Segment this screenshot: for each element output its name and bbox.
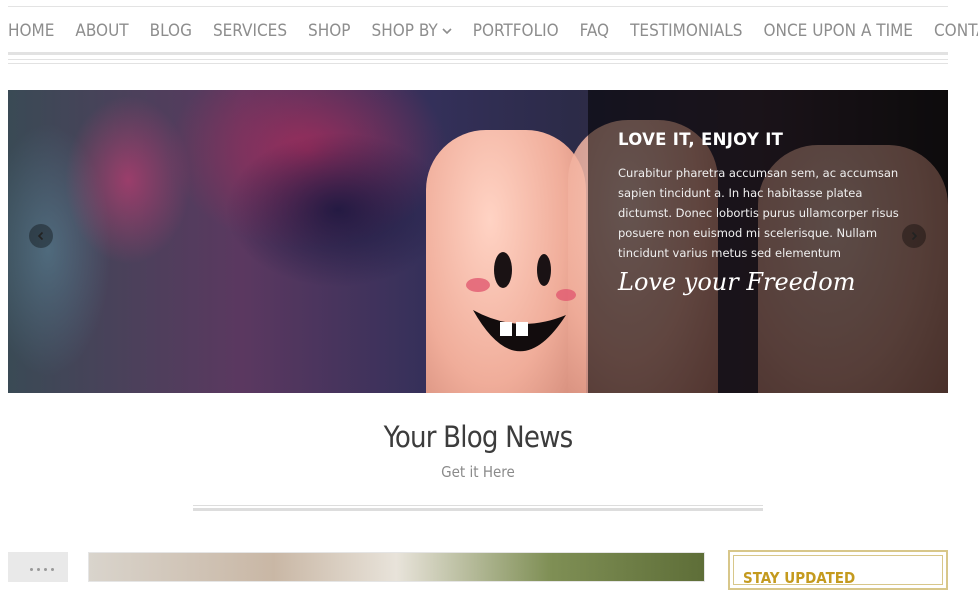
nav-shop-by-label: SHOP BY — [371, 21, 438, 41]
date-dots — [30, 568, 64, 572]
nav-about-label: ABOUT — [75, 21, 129, 41]
section-divider-thick — [193, 508, 763, 511]
hero-slider: LOVE IT, ENJOY IT Curabitur pharetra acc… — [8, 90, 948, 393]
chevron-right-icon — [911, 231, 918, 241]
chevron-down-icon — [442, 28, 452, 35]
nav-faq-label: FAQ — [579, 21, 610, 41]
nav-home-label: HOME — [8, 21, 55, 41]
slide-description: Curabitur pharetra accumsan sem, ac accu… — [618, 166, 899, 260]
nav-testimonials-label: TESTIMONIALS — [630, 21, 743, 41]
slide-title: LOVE IT, ENJOY IT — [618, 130, 784, 149]
nav-services-label: SERVICES — [212, 21, 288, 41]
nav-blog[interactable]: BLOG — [150, 21, 192, 41]
slider-prev-button[interactable] — [29, 224, 53, 248]
nav-home[interactable]: HOME — [8, 21, 54, 41]
nav-once-upon-a-time[interactable]: ONCE UPON A TIME — [764, 21, 913, 41]
nav-divider-thin — [8, 59, 948, 60]
section-subtitle: Get it Here — [441, 463, 515, 481]
section-divider — [193, 505, 763, 506]
main-nav: HOME ABOUT BLOG SERVICES SHOP SHOP BY PO… — [8, 18, 978, 44]
sidebar-widget: STAY UPDATED — [728, 550, 948, 590]
slide-tagline: Love your Freedom — [618, 268, 856, 296]
nav-top-rule — [8, 6, 948, 7]
nav-shop-by[interactable]: SHOP BY — [372, 21, 452, 41]
nav-portfolio[interactable]: PORTFOLIO — [473, 21, 559, 41]
nav-shop[interactable]: SHOP — [308, 21, 350, 41]
section-title: Your Blog News — [383, 420, 574, 454]
nav-about[interactable]: ABOUT — [75, 21, 128, 41]
post-thumbnail[interactable] — [88, 552, 705, 582]
nav-contact-label: CONTACT — [933, 21, 978, 41]
nav-divider-thin-2 — [8, 63, 948, 64]
chevron-left-icon — [37, 231, 44, 241]
nav-services[interactable]: SERVICES — [213, 21, 287, 41]
nav-shop-label: SHOP — [308, 21, 351, 41]
smiley-face-drawing — [466, 252, 576, 352]
nav-blog-label: BLOG — [149, 21, 192, 41]
slider-next-button[interactable] — [902, 224, 926, 248]
nav-once-upon-a-time-label: ONCE UPON A TIME — [763, 21, 913, 41]
nav-faq[interactable]: FAQ — [580, 21, 609, 41]
post-date-box — [8, 552, 68, 582]
nav-divider — [8, 52, 948, 55]
nav-portfolio-label: PORTFOLIO — [472, 21, 559, 41]
widget-title: STAY UPDATED — [743, 569, 856, 587]
nav-testimonials[interactable]: TESTIMONIALS — [630, 21, 742, 41]
nav-contact[interactable]: CONTACT — [934, 21, 978, 41]
